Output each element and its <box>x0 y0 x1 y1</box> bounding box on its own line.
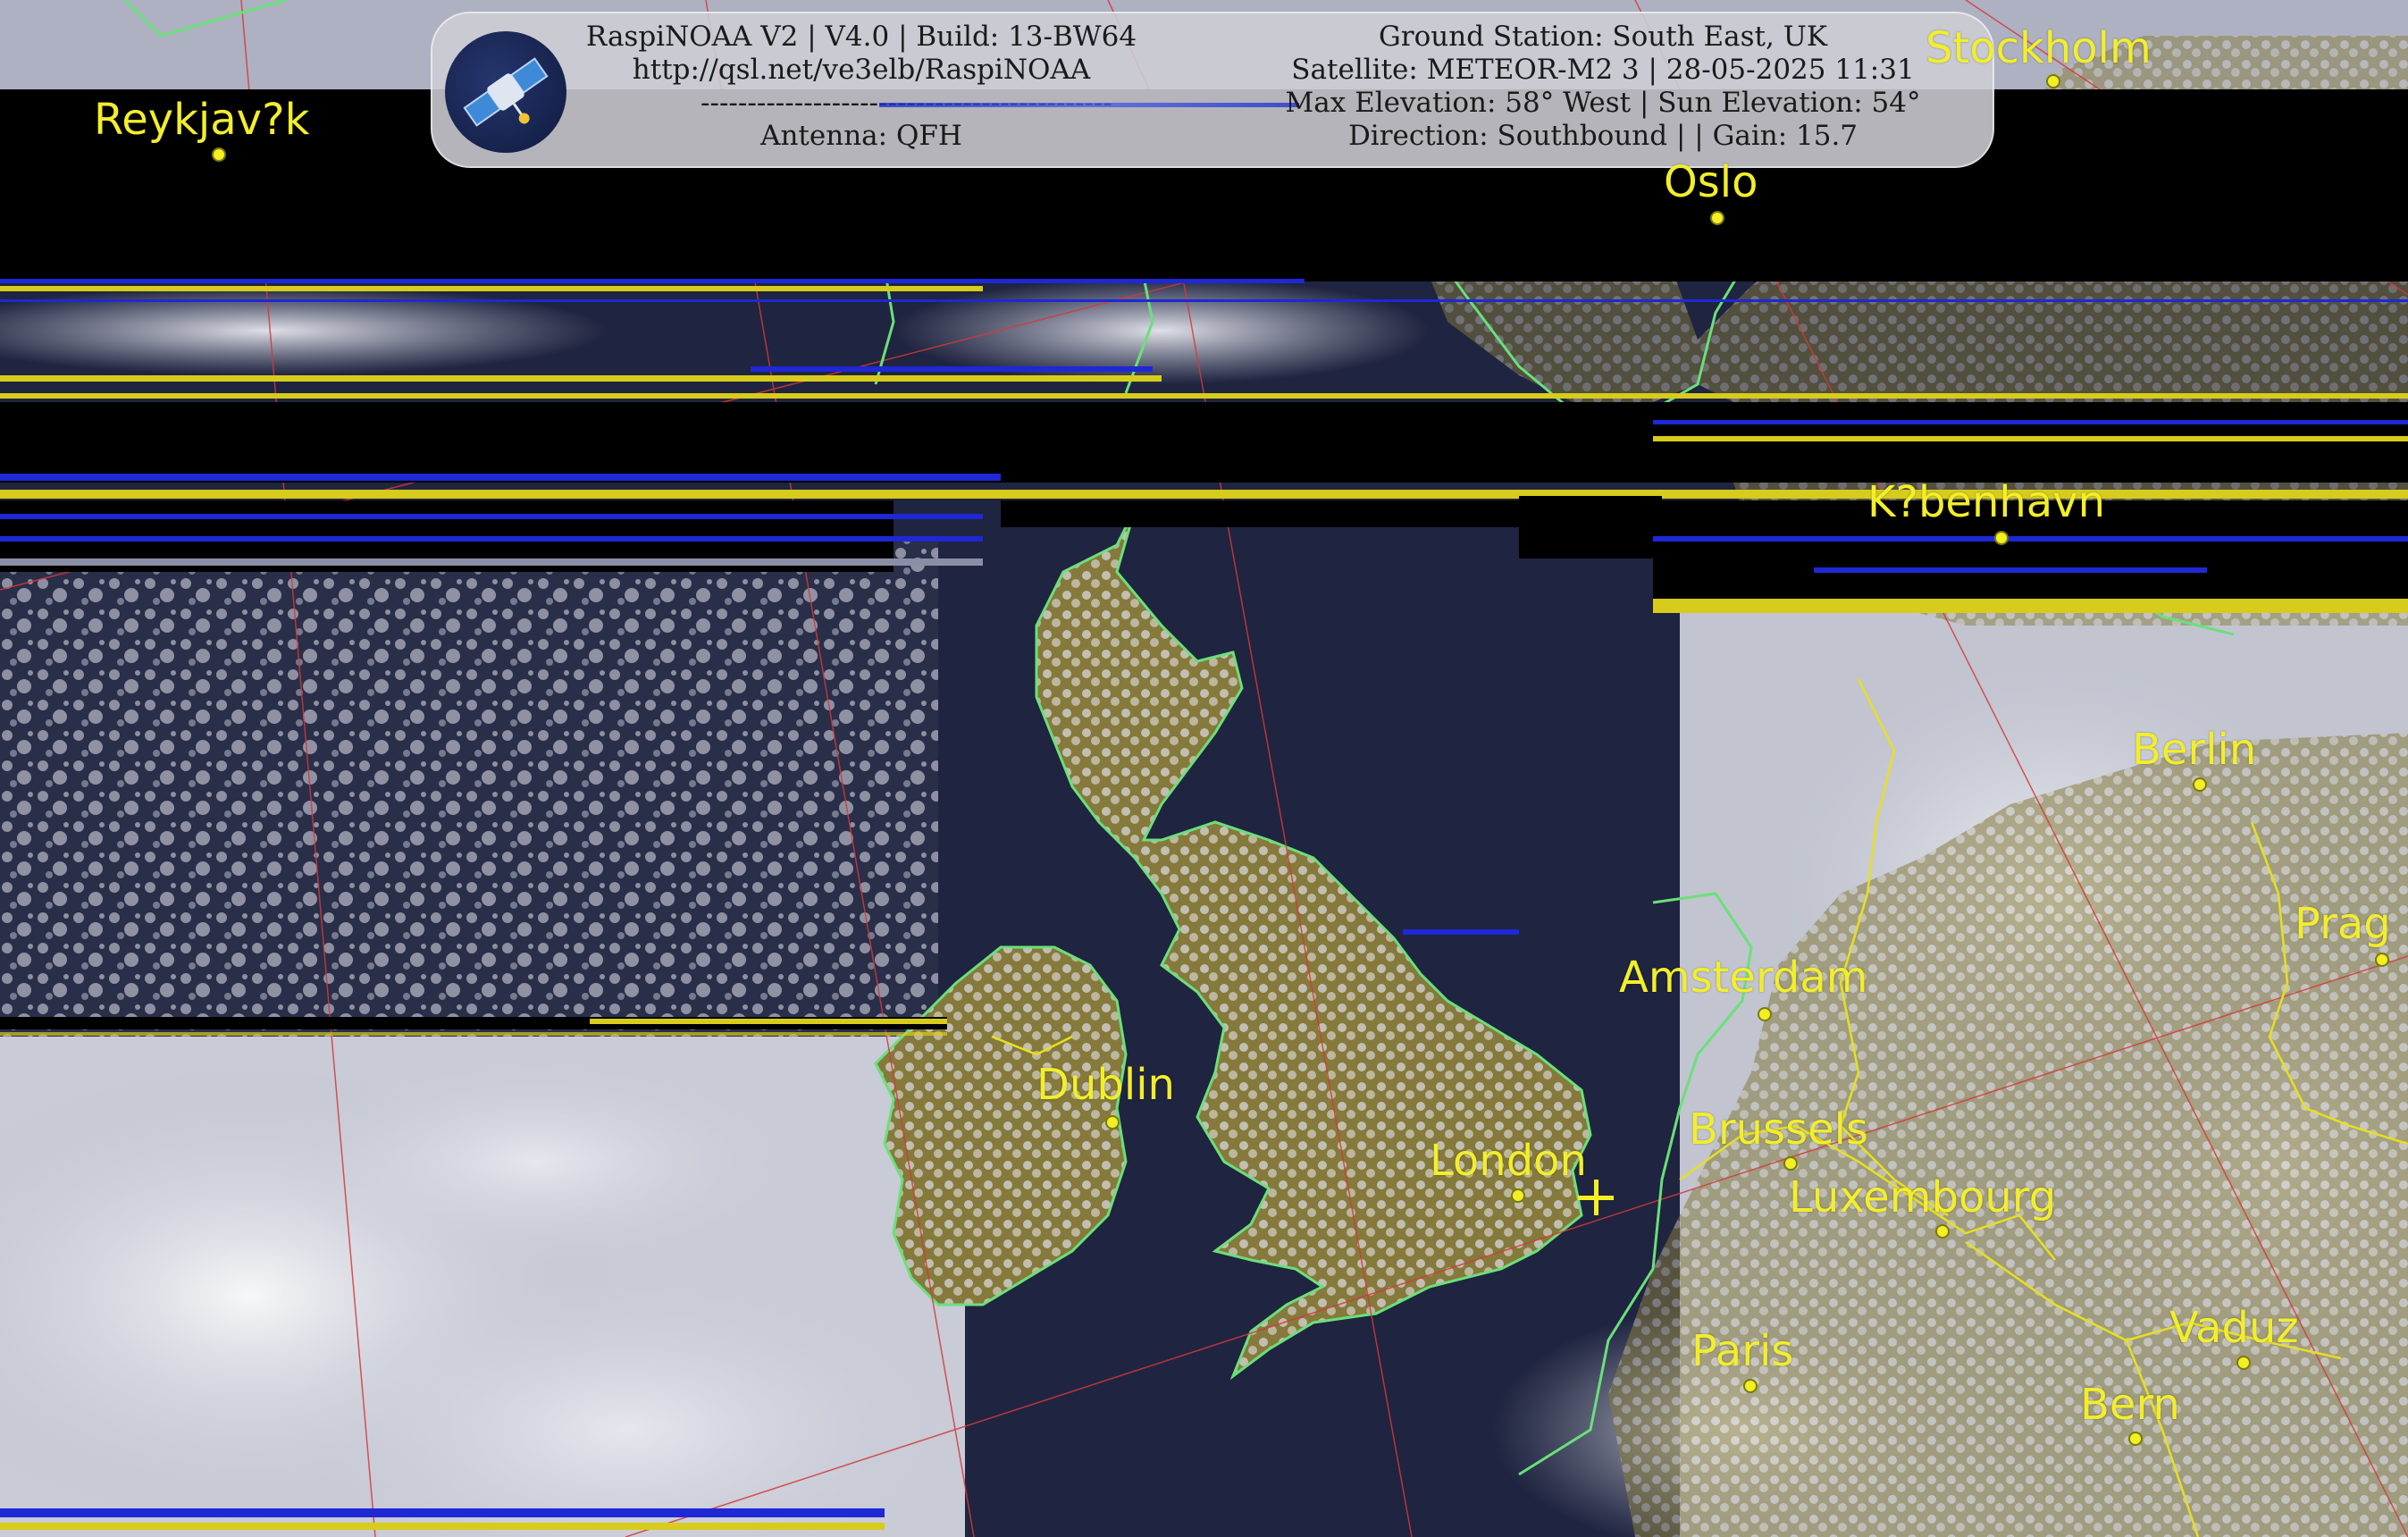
ground-station: Ground Station: South East, UK <box>1379 21 1827 53</box>
city-label-luxembourg: Luxembourg <box>1789 1172 2057 1222</box>
city-marker-oslo <box>1710 211 1724 225</box>
city-marker-paris <box>1743 1379 1758 1393</box>
city-label-kobenhavn: K?benhavn <box>1867 477 2106 527</box>
satellite-map <box>0 0 2408 1537</box>
pass-details: Ground Station: South East, UK Satellite… <box>1228 21 1978 153</box>
city-label-brussels: Brussels <box>1689 1104 1868 1155</box>
city-marker-reykjavik <box>212 147 226 162</box>
city-label-bern: Bern <box>2080 1380 2180 1430</box>
cumulus-field <box>0 536 938 1037</box>
satellite-pass-image: RaspiNOAA V2 | V4.0 | Build: 13-BW64 htt… <box>0 0 2408 1537</box>
city-label-oslo: Oslo <box>1664 157 1758 207</box>
city-label-stockholm: Stockholm <box>1926 23 2152 73</box>
city-label-paris: Paris <box>1691 1326 1794 1376</box>
city-label-amsterdam: Amsterdam <box>1619 953 1868 1003</box>
satellite-name: Satellite: METEOR-M2 3 | 28-05-2025 11:3… <box>1291 54 1915 86</box>
city-label-vaduz: Vaduz <box>2169 1303 2299 1353</box>
project-url: http://qsl.net/ve3elb/RaspiNOAA <box>632 54 1091 86</box>
city-marker-prag <box>2375 953 2389 967</box>
city-marker-vaduz <box>2236 1356 2251 1370</box>
city-label-prag: Prag <box>2295 899 2391 949</box>
city-marker-kobenhavn <box>1994 531 2009 545</box>
elevation-info: Max Elevation: 58° West | Sun Elevation:… <box>1285 87 1921 119</box>
pass-info-panel: RaspiNOAA V2 | V4.0 | Build: 13-BW64 htt… <box>431 12 1994 168</box>
antenna-info: Antenna: QFH <box>760 120 962 152</box>
direction-gain: Direction: Southbound | | Gain: 15.7 <box>1347 120 1858 152</box>
satellite-icon <box>445 31 566 153</box>
city-label-london: London <box>1430 1136 1587 1186</box>
software-info: RaspiNOAA V2 | V4.0 | Build: 13-BW64 htt… <box>584 21 1299 153</box>
city-marker-luxembourg <box>1935 1224 1950 1239</box>
city-marker-berlin <box>2193 777 2207 792</box>
city-marker-stockholm <box>2046 74 2060 88</box>
city-marker-brussels <box>1783 1156 1798 1171</box>
city-marker-dublin <box>1105 1115 1120 1130</box>
ground-station-marker <box>1578 1180 1614 1215</box>
software-version: RaspiNOAA V2 | V4.0 | Build: 13-BW64 <box>585 21 1137 53</box>
city-label-berlin: Berlin <box>2132 725 2257 775</box>
city-marker-amsterdam <box>1758 1007 1772 1021</box>
separator-line: ----------------------------------------… <box>584 87 1299 120</box>
city-label-dublin: Dublin <box>1036 1060 1175 1110</box>
city-marker-bern <box>2128 1432 2143 1446</box>
city-label-reykjavik: Reykjav?k <box>94 95 310 145</box>
city-marker-london <box>1511 1188 1525 1203</box>
